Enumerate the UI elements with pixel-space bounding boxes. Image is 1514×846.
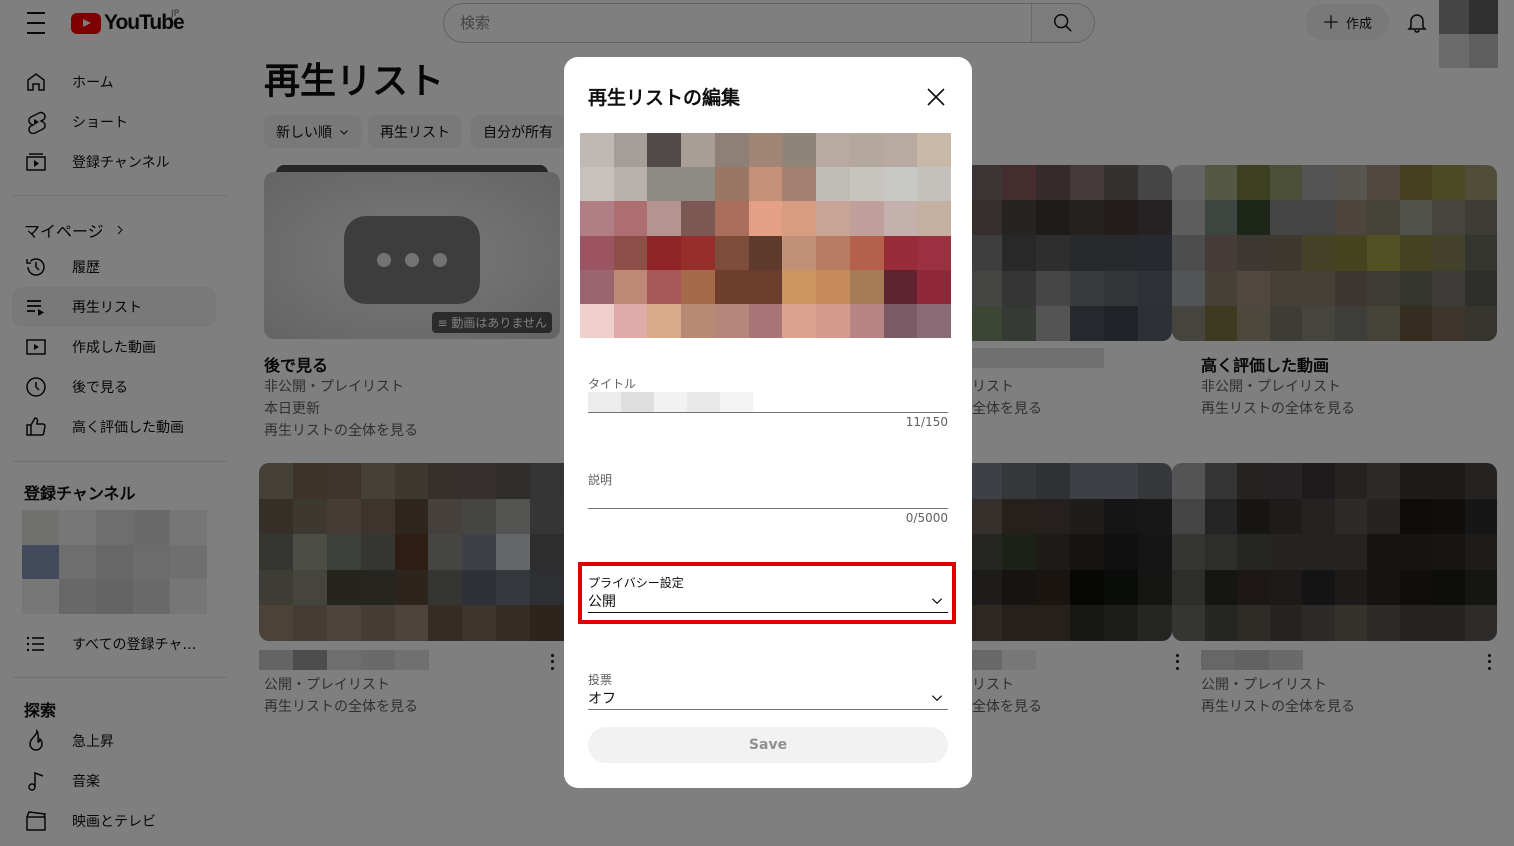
chevron-down-icon xyxy=(931,695,943,702)
edit-playlist-dialog: 再生リストの編集 タイトル 11/150 説明 0/5000 プライバシー設定 … xyxy=(564,57,972,788)
description-counter: 0/5000 xyxy=(905,511,948,525)
close-icon[interactable] xyxy=(924,85,948,109)
chevron-down-icon xyxy=(931,598,943,605)
description-field-label: 説明 xyxy=(588,473,613,487)
description-underline xyxy=(588,508,948,509)
privacy-underline xyxy=(588,612,948,613)
title-field-label: タイトル xyxy=(588,377,637,391)
privacy-label: プライバシー設定 xyxy=(588,576,684,590)
title-field[interactable]: タイトル 11/150 xyxy=(588,375,948,431)
voting-select[interactable]: 投票 オフ xyxy=(588,671,948,711)
voting-label: 投票 xyxy=(588,673,613,687)
voting-underline xyxy=(588,709,948,710)
title-value-blurred xyxy=(588,392,753,412)
privacy-value: 公開 xyxy=(588,594,616,610)
voting-value: オフ xyxy=(588,691,616,707)
save-button[interactable]: Save xyxy=(588,727,948,763)
title-counter: 11/150 xyxy=(905,415,948,429)
description-field[interactable]: 説明 0/5000 xyxy=(588,471,948,527)
playlist-thumbnail-preview xyxy=(580,133,951,338)
dialog-title: 再生リストの編集 xyxy=(588,87,741,109)
title-underline xyxy=(588,412,948,413)
privacy-select[interactable]: プライバシー設定 公開 xyxy=(588,574,948,614)
